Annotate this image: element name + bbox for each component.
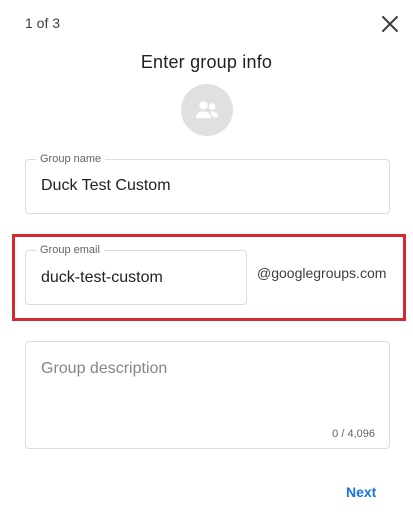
create-group-dialog: 1 of 3 Enter group info Group name Duck … [0, 0, 413, 528]
email-domain-suffix: @googlegroups.com [257, 265, 387, 281]
close-icon [382, 16, 398, 32]
group-name-field[interactable]: Group name Duck Test Custom [25, 152, 390, 214]
group-name-input[interactable]: Duck Test Custom [41, 176, 171, 196]
group-email-input[interactable]: duck-test-custom [41, 268, 163, 288]
next-button[interactable]: Next [338, 478, 384, 506]
group-email-field[interactable]: Group email duck-test-custom [25, 243, 247, 305]
group-description-input[interactable]: Group description [41, 360, 167, 378]
character-counter: 0 / 4,096 [332, 428, 375, 440]
group-email-label: Group email [36, 243, 104, 257]
group-icon [195, 101, 219, 119]
close-button[interactable] [378, 12, 402, 36]
group-name-label: Group name [36, 152, 106, 166]
avatar [181, 84, 233, 136]
group-description-field[interactable]: Group description 0 / 4,096 [25, 341, 390, 449]
dialog-title: Enter group info [140, 52, 273, 72]
step-indicator: 1 of 3 [25, 15, 61, 31]
